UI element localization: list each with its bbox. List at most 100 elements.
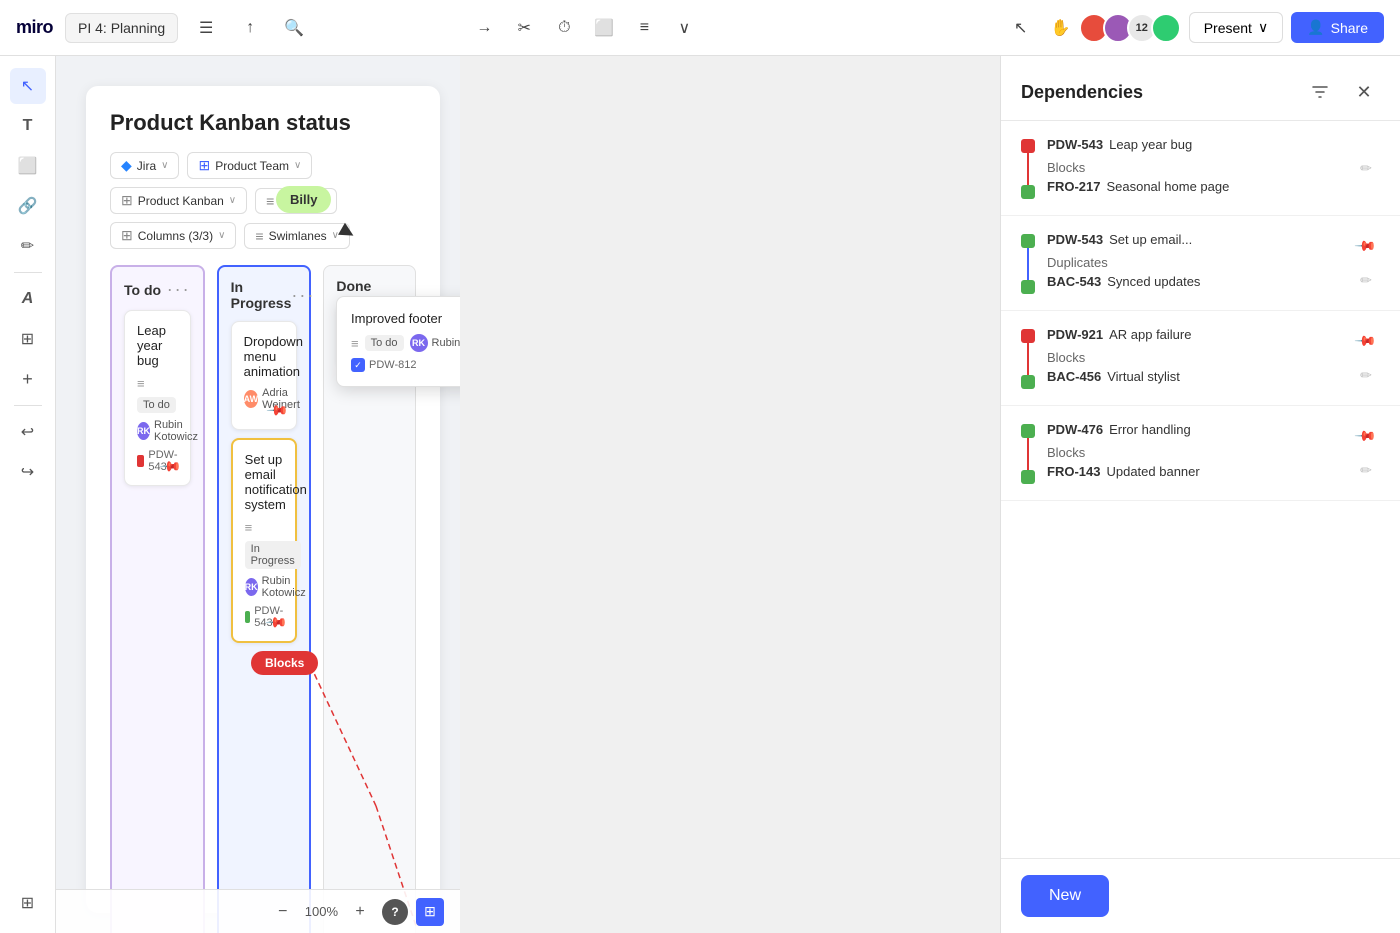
redo-button[interactable]: ↪ [10,454,46,490]
inprogress-col-title: In Progress [231,279,292,311]
leap-year-card[interactable]: Leap year bug ≡ To do RK Rubin Kotowicz … [124,310,191,486]
zoom-out-button[interactable]: − [269,898,297,926]
dep1-actions: ✏ [1352,137,1380,199]
nav-map-button[interactable]: ⊞ [416,898,444,926]
miro-logo: miro [16,17,53,38]
inprogress-col-menu[interactable]: ··· [291,285,315,306]
billy-callout: Billy [276,186,331,213]
text-tool-button[interactable]: T [10,108,46,144]
cursor-icon[interactable]: ↖ [1005,12,1037,44]
bac-543-badge [1021,280,1035,294]
improved-footer-overlay[interactable]: Improved footer ≡ To do RK Rubin Kotowic… [336,296,460,387]
swimlanes-filter[interactable]: ≡ Swimlanes ∨ [244,223,350,249]
dep3-top-name: AR app failure [1109,327,1191,342]
dep1-top-name: Leap year bug [1109,137,1192,152]
filter-icon[interactable] [1304,76,1336,108]
export-icon[interactable]: ↑ [234,12,266,44]
fro-217-badge [1021,185,1035,199]
add-button[interactable]: + [10,361,46,397]
pdw-543-badge-1 [1021,139,1035,153]
email-card-title: Set up email notification system [245,452,284,512]
dep4-edit-button[interactable]: ✏ [1352,456,1380,484]
columns-filter[interactable]: ⊞ Columns (3/3) ∨ [110,222,236,249]
inprogress-column: In Progress ··· Dropdown menu animation … [217,265,312,933]
dep1-edit-button[interactable]: ✏ [1352,154,1380,182]
table-button[interactable]: ⊞ [10,321,46,357]
help-button[interactable]: ? [382,899,408,925]
board-title[interactable]: PI 4: Planning [65,13,178,43]
dropdown-card-title: Dropdown menu animation [244,334,285,379]
timer-icon[interactable]: ⏱ [548,12,580,44]
dep1-bottom-name: Seasonal home page [1106,179,1229,194]
email-status: In Progress [245,541,301,569]
menu-icon-small: ≡ [137,376,145,391]
present-button[interactable]: Present ∨ [1189,12,1284,43]
product-team-filter[interactable]: ⊞ Product Team ∨ [187,152,312,179]
bac-456-badge [1021,375,1035,389]
chevron-icon-2: ∨ [294,160,301,171]
new-dependency-button[interactable]: New [1021,875,1109,917]
zoom-level-display: 100% [305,904,338,919]
canvas-area[interactable]: Product Kanban status ◆ Jira ∨ ⊞ Product… [56,56,460,933]
cols-icon: ⊞ [121,227,133,244]
dep4-actions: 📌 ✏ [1352,422,1380,484]
dep2-edit-button[interactable]: ✏ [1352,266,1380,294]
jira-filter[interactable]: ◆ Jira ∨ [110,152,179,179]
search-icon[interactable]: 🔍 [278,12,310,44]
select-tool-button[interactable]: ↖ [10,68,46,104]
pdw-badge-2 [245,611,251,623]
billy-label: Billy [290,192,317,207]
reactions-icon[interactable]: ✋ [1045,12,1077,44]
dep-list: PDW-543 Leap year bug Blocks FRO-217 Sea… [1001,121,1400,858]
frame-icon[interactable]: ⬜ [588,12,620,44]
inprogress-col-header: In Progress ··· [231,279,298,311]
dep3-relation: Blocks [1047,346,1340,369]
fro-143-badge [1021,470,1035,484]
dep-group-3: PDW-921 AR app failure Blocks BAC-456 Vi… [1001,311,1400,406]
email-card[interactable]: Set up email notification system ≡ In Pr… [231,438,298,643]
more-tools-icon[interactable]: ∨ [668,12,700,44]
dep-line-2 [1027,248,1029,280]
topbar-right: ↖ ✋ 12 Present ∨ 👤 Share [1005,12,1384,44]
zoom-in-button[interactable]: + [346,898,374,926]
dep1-top-id: PDW-543 [1047,137,1103,152]
dep-header-icons: ✕ [1304,76,1380,108]
pen-button[interactable]: ✏ [10,228,46,264]
dep-line-4 [1027,438,1029,470]
dep4-bottom-id: FRO-143 [1047,464,1100,479]
dep3-pin-button[interactable]: 📌 [1346,321,1386,361]
dep3-actions: 📌 ✏ [1352,327,1380,389]
lasso-tool-icon[interactable]: ✂ [508,12,540,44]
dep2-top-id: PDW-543 [1047,232,1103,247]
text-style-button[interactable]: A [10,281,46,317]
dep3-top-id: PDW-921 [1047,327,1103,342]
connector-button[interactable]: 🔗 [10,188,46,224]
dep2-relation: Duplicates [1047,251,1340,274]
dep2-pin-button[interactable]: 📌 [1346,226,1386,266]
todo-col-menu[interactable]: ··· [167,279,191,300]
undo-button[interactable]: ↩ [10,414,46,450]
sticky-note-button[interactable]: ⬜ [10,148,46,184]
dep3-bottom-name: Virtual stylist [1107,369,1180,384]
topbar: miro PI 4: Planning ☰ ↑ 🔍 → ✂ ⏱ ⬜ ≡ ∨ ↖ … [0,0,1400,56]
dep3-edit-button[interactable]: ✏ [1352,361,1380,389]
arrow-tool-icon[interactable]: → [468,12,500,44]
menu-icon[interactable]: ☰ [190,12,222,44]
chevron-icon: ∨ [161,160,168,171]
menu-icon-overlay: ≡ [351,336,359,351]
dep2-bottom-name: Synced updates [1107,274,1200,289]
kanban-board: Product Kanban status ◆ Jira ∨ ⊞ Product… [86,86,440,913]
improved-footer-status: To do [365,335,404,351]
share-button[interactable]: 👤 Share [1291,12,1384,43]
product-kanban-filter[interactable]: ⊞ Product Kanban ∨ [110,187,247,214]
email-card-meta: ≡ In Progress RK Rubin Kotowicz [245,520,284,599]
dep4-pin-button[interactable]: 📌 [1346,416,1386,456]
center-toolbar: → ✂ ⏱ ⬜ ≡ ∨ [468,12,700,44]
apps-icon[interactable]: ≡ [628,12,660,44]
adria-avatar: AW [244,390,259,408]
dropdown-card[interactable]: Dropdown menu animation AW Adria Weinert… [231,321,298,430]
dep-panel-footer: New [1001,858,1400,933]
close-dep-panel-button[interactable]: ✕ [1348,76,1380,108]
board-view-button[interactable]: ⊞ [10,885,46,921]
kanban-title: Product Kanban status [110,110,416,136]
